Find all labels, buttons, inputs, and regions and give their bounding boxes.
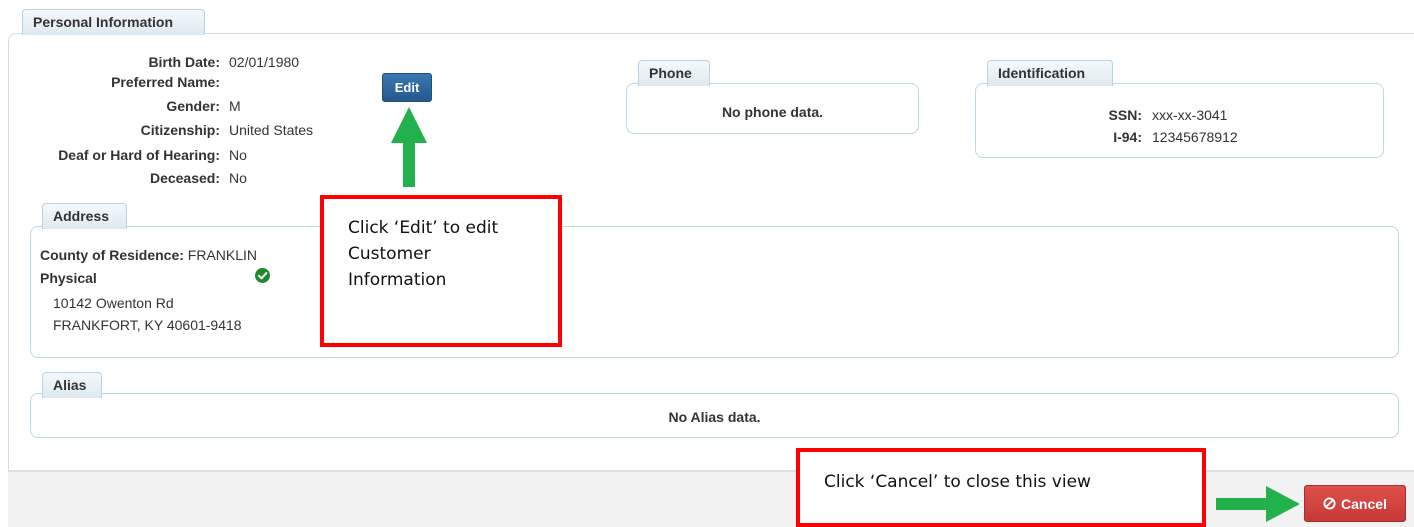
identification-tab[interactable]: Identification	[987, 60, 1113, 86]
county-of-residence: County of Residence: FRANKLIN	[40, 247, 257, 263]
edit-callout: Click ‘Edit’ to edit Customer Informatio…	[320, 195, 562, 347]
edit-callout-line3: Information	[348, 270, 447, 290]
cancel-callout-text: Click ‘Cancel’ to close this view	[824, 472, 1091, 492]
deceased-value: No	[229, 170, 247, 186]
county-value: FRANKLIN	[187, 247, 258, 263]
address-type-label: Physical	[40, 270, 97, 286]
ssn-value: xxx-xx-3041	[1152, 107, 1228, 123]
check-circle-icon	[255, 268, 270, 283]
edit-button[interactable]: Edit	[382, 73, 432, 102]
birth-date-value: 02/01/1980	[229, 54, 300, 70]
citizenship-label: Citizenship:	[140, 122, 220, 138]
alias-empty-text: No Alias data.	[668, 409, 761, 425]
birth-date-label: Birth Date:	[148, 54, 220, 70]
preferred-name-label: Preferred Name:	[111, 74, 220, 90]
address-tab[interactable]: Address	[42, 203, 127, 229]
cancel-label: Cancel	[1341, 495, 1387, 512]
edit-callout-line1: Click ‘Edit’ to edit	[348, 218, 499, 238]
county-label: County of Residence:	[40, 247, 184, 263]
arrow-up-icon	[391, 107, 427, 187]
ssn-label: SSN:	[1108, 107, 1142, 123]
deaf-label: Deaf or Hard of Hearing:	[58, 147, 220, 163]
citizenship-value: United States	[229, 122, 314, 138]
edit-callout-line2: Customer	[348, 244, 431, 264]
alias-tab[interactable]: Alias	[42, 372, 102, 398]
cancel-callout: Click ‘Cancel’ to close this view	[796, 448, 1206, 527]
address-line1: 10142 Owenton Rd	[53, 295, 174, 311]
phone-empty-text: No phone data.	[721, 104, 824, 120]
address-panel	[30, 226, 1399, 358]
address-line2: FRANKFORT, KY 40601-9418	[53, 317, 242, 333]
gender-value: M	[229, 98, 241, 114]
cancel-button[interactable]: Cancel	[1304, 485, 1406, 522]
deaf-value: No	[229, 147, 247, 163]
ban-icon	[1323, 497, 1336, 510]
deceased-label: Deceased:	[149, 170, 220, 186]
arrow-right-icon	[1216, 486, 1300, 522]
i94-value: 12345678912	[1152, 129, 1238, 145]
personal-info-tab[interactable]: Personal Information	[22, 9, 205, 35]
i94-label: I-94:	[1113, 129, 1142, 145]
gender-label: Gender:	[166, 98, 220, 114]
phone-tab[interactable]: Phone	[638, 60, 710, 86]
